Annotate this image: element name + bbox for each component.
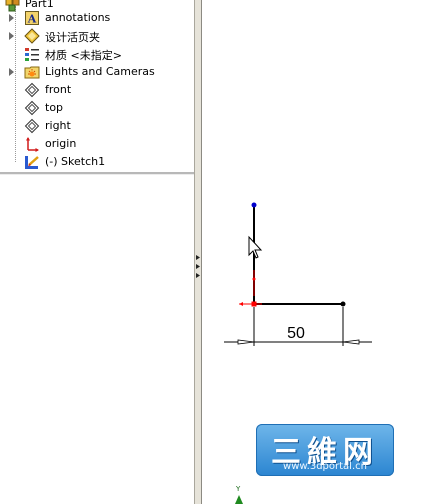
tree-item-origin[interactable]: origin: [0, 135, 194, 153]
reference-triad-icon: Y: [235, 485, 243, 504]
graphics-area[interactable]: 50 Y 三維网 www.3dportal.cn: [202, 0, 432, 504]
tree-item-sketch1[interactable]: (-) Sketch1: [0, 153, 194, 171]
tree-item-label: right: [45, 119, 71, 132]
panel-splitter[interactable]: [194, 0, 202, 504]
expand-arrow-icon[interactable]: [9, 68, 14, 76]
svg-text:A: A: [27, 13, 37, 26]
property-pane: [0, 175, 194, 504]
material-icon: [25, 48, 39, 61]
expand-arrow-icon[interactable]: [9, 14, 14, 22]
tree-item-label: front: [45, 83, 72, 96]
tree-item-material[interactable]: 材质 <未指定>: [0, 45, 194, 63]
endpoint-marker[interactable]: [340, 301, 346, 307]
origin-point: [251, 301, 257, 307]
tree-item-top[interactable]: top: [0, 99, 194, 117]
feature-tree: Part1 A annotations 设计活页夹 材质 <未指定> Light…: [0, 0, 194, 173]
tree-item-label: top: [45, 101, 64, 114]
tree-item-label: (-) Sketch1: [45, 155, 106, 168]
splitter-grip-icon[interactable]: [196, 254, 201, 280]
design-binder-icon: [24, 28, 40, 44]
tree-item-lights-cameras[interactable]: Lights and Cameras: [0, 63, 194, 81]
tree-item-label: Lights and Cameras: [45, 65, 155, 78]
dimension-arrow-icon: [237, 339, 255, 345]
origin-icon: [26, 137, 39, 152]
tree-item-front[interactable]: front: [0, 81, 194, 99]
sketch-icon: [25, 156, 39, 169]
origin-arrow-icon: [239, 302, 243, 306]
tree-item-label: annotations: [45, 11, 111, 24]
annotations-icon: A: [25, 11, 39, 26]
watermark-logo: 三維网 www.3dportal.cn: [256, 424, 394, 476]
plane-icon: [24, 82, 40, 98]
relation-marker: [252, 277, 256, 281]
endpoint-marker[interactable]: [251, 202, 257, 208]
tree-item-label: 设计活页夹: [45, 31, 100, 44]
tree-item-label: origin: [45, 137, 77, 150]
expand-arrow-icon[interactable]: [9, 32, 14, 40]
tree-item-label: 材质 <未指定>: [45, 49, 122, 62]
tree-item-right[interactable]: right: [0, 117, 194, 135]
plane-icon: [24, 100, 40, 116]
tree-item-design-binder[interactable]: 设计活页夹: [0, 27, 194, 45]
watermark-url: www.3dportal.cn: [283, 461, 367, 472]
triad-y-label: Y: [235, 485, 241, 493]
dimension-arrow-icon: [342, 339, 360, 345]
tree-item-annotations[interactable]: A annotations: [0, 9, 194, 27]
lights-cameras-icon: [24, 66, 40, 79]
dimension-value[interactable]: 50: [287, 325, 305, 342]
plane-icon: [24, 118, 40, 134]
